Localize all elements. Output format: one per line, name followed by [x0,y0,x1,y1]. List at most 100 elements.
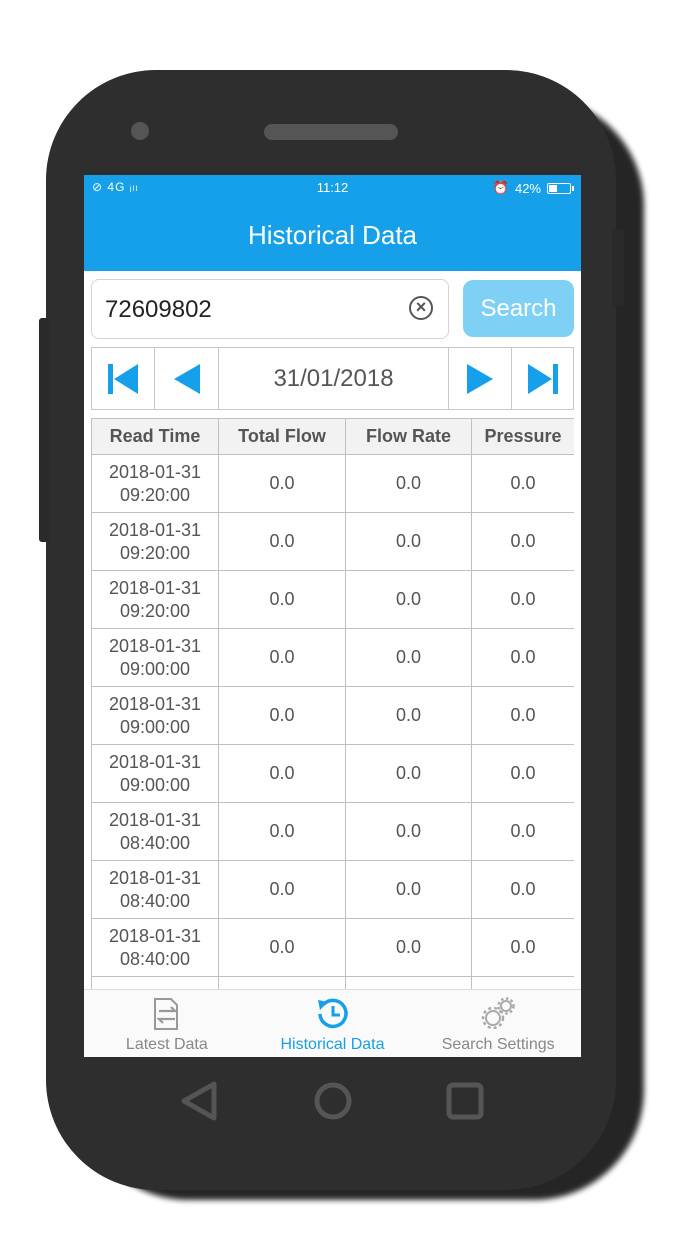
table-row[interactable] [91,976,574,990]
cell-total-flow: 0.0 [218,454,346,513]
cell-flow-rate: 0.0 [345,628,472,687]
home-circle-icon [314,1082,352,1120]
cell-read-time: 2018-01-31 08:40:00 [91,918,219,977]
table-header-row: Read Time Total Flow Flow Rate Pressure [91,418,574,455]
read-time: 08:40:00 [119,890,191,911]
cell-pressure: 0.0 [471,802,574,861]
first-page-button[interactable] [92,348,155,409]
cell-pressure: 0.0 [471,570,574,629]
read-time: 08:40:00 [119,948,191,969]
bottom-tab-bar: Latest Data Historical Data Search Setti… [84,989,581,1057]
cell-flow-rate [345,976,472,990]
data-table: Read Time Total Flow Flow Rate Pressure … [91,418,574,990]
battery-level [549,184,557,192]
alarm-icon: ⏰ [492,180,509,195]
cell-pressure: 0.0 [471,512,574,571]
table-row[interactable]: 2018-01-31 08:40:00 0.0 0.0 0.0 [91,860,574,919]
cell-read-time: 2018-01-31 09:00:00 [91,628,219,687]
cell-read-time: 2018-01-31 09:00:00 [91,744,219,803]
cell-total-flow: 0.0 [218,686,346,745]
read-date: 2018-01-31 [108,635,202,656]
next-button[interactable] [449,348,512,409]
cell-flow-rate: 0.0 [345,570,472,629]
cell-read-time [91,976,219,990]
data-table-container[interactable]: Read Time Total Flow Flow Rate Pressure … [91,418,574,990]
gears-icon [479,996,517,1032]
back-softkey[interactable] [178,1080,220,1127]
skip-last-icon [527,363,558,394]
battery-percent: 42% [514,180,541,196]
date-label: 31/01/2018 [273,364,394,392]
read-time: 09:00:00 [119,716,191,737]
read-date: 2018-01-31 [108,519,202,540]
recents-softkey[interactable] [444,1080,486,1127]
phone-screen: ⊘ 4G ᵢₗₗ 11:12 ⏰ 42% Historical Data 726… [84,175,581,1057]
date-navigation: 31/01/2018 [91,347,574,410]
column-header-flow-rate: Flow Rate [345,418,472,455]
earpiece-speaker [264,124,398,140]
search-button[interactable]: Search [463,280,574,337]
home-softkey[interactable] [312,1080,354,1127]
triangle-right-icon [467,363,493,394]
cell-total-flow: 0.0 [218,802,346,861]
exchange-doc-icon [149,996,185,1032]
status-bar: ⊘ 4G ᵢₗₗ 11:12 ⏰ 42% [84,175,581,200]
table-body: 2018-01-31 09:20:00 0.0 0.0 0.0 2018-01-31 09:… [91,454,574,990]
read-date: 2018-01-31 [108,693,202,714]
cell-read-time: 2018-01-31 09:20:00 [91,570,219,629]
search-input[interactable]: 72609802 × [91,279,449,339]
tab-historical-data[interactable]: Historical Data [250,990,416,1057]
triangle-left-icon [173,363,200,394]
read-time: 09:00:00 [119,774,191,795]
cell-pressure: 0.0 [471,744,574,803]
cell-total-flow [218,976,346,990]
table-row[interactable]: 2018-01-31 09:00:00 0.0 0.0 0.0 [91,628,574,687]
table-row[interactable]: 2018-01-31 09:20:00 0.0 0.0 0.0 [91,454,574,513]
cell-total-flow: 0.0 [218,512,346,571]
power-button [612,230,624,306]
table-row[interactable]: 2018-01-31 08:40:00 0.0 0.0 0.0 [91,802,574,861]
read-date: 2018-01-31 [108,461,202,482]
cell-read-time: 2018-01-31 08:40:00 [91,802,219,861]
cell-pressure [471,976,574,990]
table-row[interactable]: 2018-01-31 09:00:00 0.0 0.0 0.0 [91,686,574,745]
read-date: 2018-01-31 [108,925,202,946]
previous-button[interactable] [155,348,219,409]
cell-read-time: 2018-01-31 09:20:00 [91,512,219,571]
cell-flow-rate: 0.0 [345,918,472,977]
column-header-read-time: Read Time [91,418,219,455]
cell-total-flow: 0.0 [218,744,346,803]
cell-pressure: 0.0 [471,860,574,919]
table-row[interactable]: 2018-01-31 09:20:00 0.0 0.0 0.0 [91,570,574,629]
tab-search-settings[interactable]: Search Settings [415,990,581,1057]
cell-total-flow: 0.0 [218,860,346,919]
status-right: ⏰ 42% [492,180,574,196]
read-time: 09:20:00 [119,542,191,563]
read-time: 09:20:00 [119,484,191,505]
column-header-total-flow: Total Flow [218,418,346,455]
date-display[interactable]: 31/01/2018 [219,348,449,409]
tab-label: Latest Data [125,1036,208,1053]
cell-pressure: 0.0 [471,454,574,513]
search-input-value[interactable]: 72609802 [105,296,212,324]
clear-icon[interactable]: × [409,296,433,320]
read-time: 08:40:00 [119,832,191,853]
cell-flow-rate: 0.0 [345,744,472,803]
read-date: 2018-01-31 [108,751,202,772]
tab-latest-data[interactable]: Latest Data [84,990,250,1057]
cell-flow-rate: 0.0 [345,802,472,861]
front-camera [131,122,149,140]
table-row[interactable]: 2018-01-31 09:00:00 0.0 0.0 0.0 [91,744,574,803]
volume-button [39,318,49,542]
cell-read-time: 2018-01-31 09:00:00 [91,686,219,745]
read-time: 09:00:00 [119,658,191,679]
battery-icon [547,182,574,194]
recents-square-icon [446,1082,484,1120]
read-date: 2018-01-31 [108,577,202,598]
table-row[interactable]: 2018-01-31 08:40:00 0.0 0.0 0.0 [91,918,574,977]
table-row[interactable]: 2018-01-31 09:20:00 0.0 0.0 0.0 [91,512,574,571]
last-page-button[interactable] [512,348,573,409]
read-date: 2018-01-31 [108,867,202,888]
cell-flow-rate: 0.0 [345,512,472,571]
column-header-pressure: Pressure [471,418,574,455]
